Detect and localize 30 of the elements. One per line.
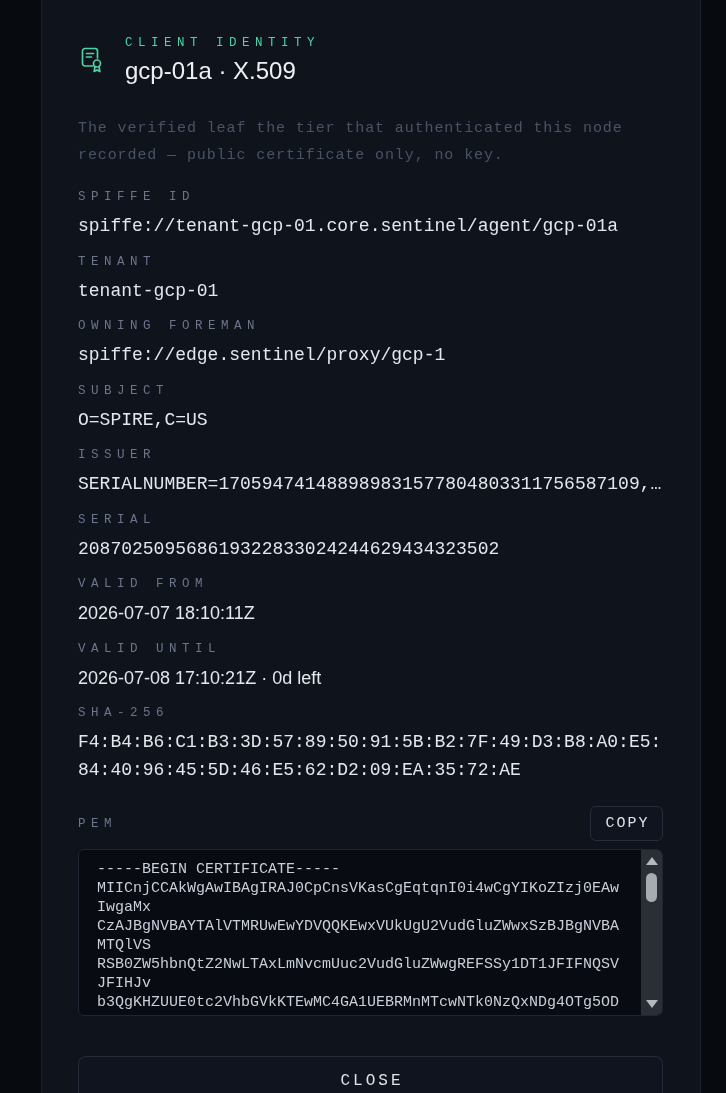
pem-label: PEM	[78, 815, 117, 833]
field-label: TENANT	[78, 253, 156, 271]
field-value: 2026-07-08 17:10:21Z · 0d left	[78, 666, 322, 690]
dialog-eyebrow: CLIENT IDENTITY	[125, 35, 321, 52]
field-value: 208702509568619322833024244629434323502	[78, 537, 500, 561]
scrollbar[interactable]	[641, 850, 662, 1015]
field-label: VALID UNTIL	[78, 640, 221, 658]
field-value: F4:B4:B6:C1:B3:3D:57:89:50:91:5B:B2:7F:49:D3:B8:A0:E5:84:40:96:45:5D:46:E5:62:D2:09:EA:35:72:AE	[78, 731, 663, 782]
field-label: SHA-256	[78, 705, 169, 722]
field-label: SERIAL	[78, 511, 156, 529]
field-label: ISSUER	[78, 447, 156, 464]
field-value: tenant-gcp-01	[78, 279, 219, 303]
field-label: VALID FROM	[78, 576, 208, 593]
scroll-down-icon[interactable]	[645, 1000, 658, 1008]
field-value: 2026-07-07 18:10:11Z	[78, 602, 255, 625]
certificate-icon	[81, 47, 103, 73]
close-button[interactable]: CLOSE	[78, 1056, 663, 1093]
scroll-thumb[interactable]	[646, 873, 657, 902]
field-value: spiffe://tenant-gcp-01.core.sentinel/agent/gcp-01a	[78, 215, 619, 238]
scroll-up-icon[interactable]	[645, 857, 658, 865]
field-label: SUBJECT	[78, 382, 169, 400]
field-value: SERIALNUMBER=170594741488989831577804803311756587109,…	[78, 473, 662, 496]
field-value: O=SPIRE,C=US	[78, 408, 208, 432]
copy-button[interactable]: COPY	[590, 806, 663, 841]
field-label: SPIFFE ID	[78, 189, 195, 206]
description-text: The verified leaf the tier that authenticated this node recorded — public certificate only, no key.	[78, 118, 624, 166]
pem-field[interactable]: -----BEGIN CERTIFICATE----- MIICnjCCAkWgAwIBAgIRAJ0CpCnsVKasCgEqtqnI0i4wCgYIKoZIzj0EAwIwgaMx CzAJBgNVBAYTAlVTMRUwEwYDVQQKEwxVUkUgU2VudGluZWwxSzBJBgNVBAMTQlVS RSB0ZW5hbnQtZ2NwLTAxLmNvcmUuc2VudGluZWwgREFSSy1DT1JFIFNQSVJFIHJv b3QgKHZUUE0tc2VhbGVkKTEwMC4GA1UEBRMnMTcwNTk0NzQxNDg4OTg5OD	[78, 849, 663, 1016]
dialog-title: gcp-01a · X.509	[125, 56, 296, 86]
field-value: spiffe://edge.sentinel/proxy/gcp-1	[78, 344, 446, 367]
field-label: OWNING FOREMAN	[78, 318, 261, 335]
